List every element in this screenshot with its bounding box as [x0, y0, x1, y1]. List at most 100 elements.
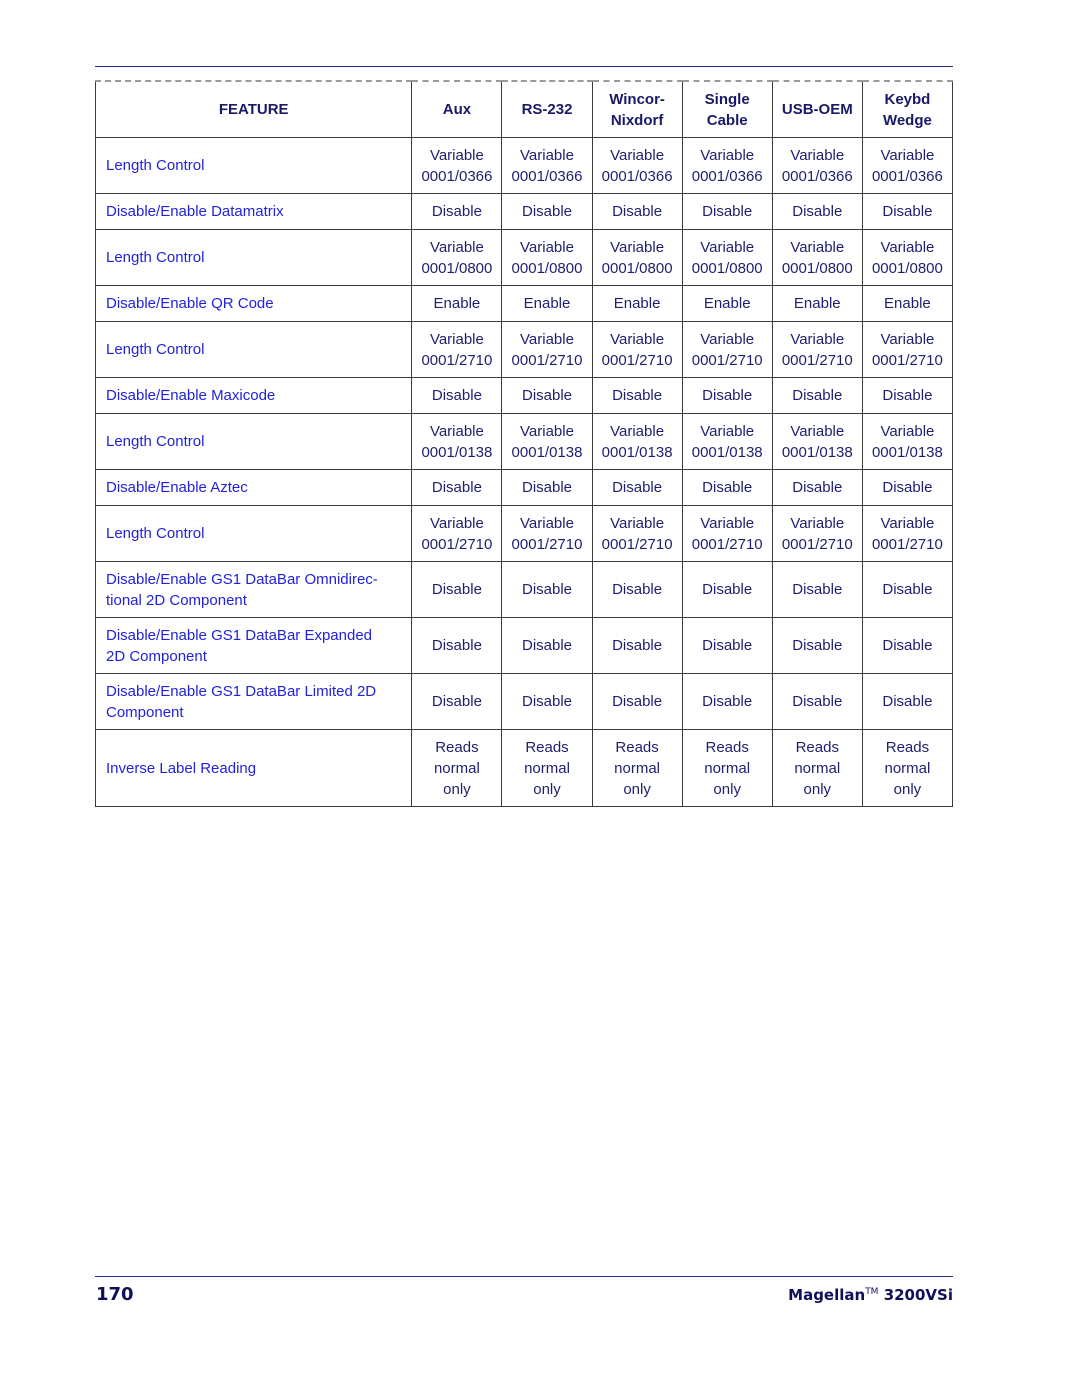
value-cell: Variable 0001/0138 — [501, 413, 593, 470]
feature-link[interactable]: Disable/Enable Datamatrix — [106, 201, 403, 222]
value-text: 0001/0366 — [421, 167, 493, 185]
feature-link[interactable]: Length Control — [106, 247, 403, 268]
feature-link[interactable]: Inverse Label Reading — [106, 758, 403, 779]
value-text: Disable — [612, 387, 663, 404]
feature-link[interactable]: Disable/Enable QR Code — [106, 293, 403, 314]
value-text: 0001/2710 — [691, 351, 763, 369]
table-row: Length Control Variable 0001/0138 Variable 0… — [94, 413, 954, 470]
value-text: Variable — [520, 514, 574, 532]
value-text: 0001/0366 — [871, 167, 943, 185]
column-header-text: Cable — [706, 111, 748, 129]
feature-cell[interactable]: Disable/Enable GS1 DataBar Omnidirec-tio… — [94, 561, 413, 618]
product-title: MagellanTM 3200VSi — [788, 1286, 953, 1304]
value-text: only — [443, 780, 471, 798]
value-text: Disable — [792, 479, 843, 496]
feature-link[interactable]: Length Control — [106, 523, 403, 544]
table-row: Inverse Label Reading Reads normal only Read… — [94, 729, 954, 807]
value-cell: Disable — [411, 561, 503, 618]
feature-cell[interactable]: Disable/Enable Datamatrix — [94, 193, 413, 230]
feature-link[interactable]: Length Control — [106, 431, 403, 452]
value-text: Enable — [793, 295, 841, 312]
feature-link[interactable]: 2D Component — [106, 646, 403, 667]
value-text: Reads — [795, 738, 839, 756]
value-cell: Disable — [501, 617, 593, 674]
value-text: Variable — [610, 238, 665, 256]
value-cell: Variable 0001/0138 — [681, 413, 773, 470]
value-cell: Disable — [591, 561, 683, 618]
value-text: 0001/0138 — [691, 443, 763, 461]
value-cell: Enable — [861, 285, 954, 322]
feature-cell[interactable]: Disable/Enable GS1 DataBar Limited 2D Com… — [94, 673, 413, 730]
value-text: Enable — [884, 295, 931, 312]
value-text: 0001/0800 — [781, 259, 853, 277]
feature-cell[interactable]: Disable/Enable QR Code — [94, 285, 413, 322]
feature-cell[interactable]: Length Control — [94, 321, 413, 378]
feature-link[interactable]: Component — [106, 702, 403, 723]
value-text: 0001/2710 — [871, 351, 943, 369]
value-cell: Variable 0001/2710 — [501, 321, 593, 378]
value-text: Variable — [880, 330, 935, 348]
feature-cell[interactable]: Length Control — [94, 505, 413, 562]
feature-cell[interactable]: Length Control — [94, 413, 413, 470]
feature-cell[interactable]: Disable/Enable GS1 DataBar Expanded 2D Co… — [94, 617, 413, 674]
footer-rule — [95, 1276, 953, 1277]
header-rule — [95, 66, 953, 67]
feature-link[interactable]: Disable/Enable GS1 DataBar Omnidirec- — [106, 569, 403, 590]
column-header-text: Single — [704, 90, 750, 108]
value-text: Disable — [521, 203, 573, 220]
value-cell: Variable 0001/2710 — [861, 505, 954, 562]
table-row: Disable/Enable QR Code Enable Enable Enable… — [94, 285, 954, 322]
value-text: Enable — [433, 295, 481, 312]
value-text: 0001/0366 — [781, 167, 853, 185]
feature-link[interactable]: Length Control — [106, 155, 403, 176]
value-text: Variable — [520, 146, 574, 164]
feature-link[interactable]: Disable/Enable Aztec — [106, 477, 403, 498]
product-name: Magellan — [788, 1286, 866, 1304]
value-text: Variable — [700, 514, 755, 532]
feature-link[interactable]: tional 2D Component — [106, 590, 403, 611]
feature-cell[interactable]: Inverse Label Reading — [94, 729, 413, 807]
value-text: Disable — [792, 637, 843, 654]
value-cell: Disable — [411, 377, 503, 414]
feature-link[interactable]: Disable/Enable GS1 DataBar Expanded — [106, 625, 403, 646]
value-cell: Disable — [411, 193, 503, 230]
value-text: 0001/2710 — [601, 535, 673, 553]
value-text: Variable — [790, 238, 845, 256]
value-text: Disable — [882, 387, 933, 404]
value-text: only — [893, 780, 922, 798]
table-row: Length Control Variable 0001/2710 Variable 0… — [94, 321, 954, 378]
value-cell: Reads normal only — [861, 729, 954, 807]
value-cell: Variable 0001/2710 — [411, 321, 503, 378]
feature-link[interactable]: Length Control — [106, 339, 403, 360]
feature-cell[interactable]: Length Control — [94, 229, 413, 286]
feature-cell[interactable]: Disable/Enable Aztec — [94, 469, 413, 506]
value-text: 0001/2710 — [781, 535, 853, 553]
value-cell: Variable 0001/0138 — [861, 413, 954, 470]
feature-link[interactable]: Disable/Enable GS1 DataBar Limited 2D — [106, 681, 403, 702]
value-text: normal — [884, 759, 931, 777]
value-text: normal — [524, 759, 570, 777]
value-cell: Variable 0001/2710 — [681, 321, 773, 378]
feature-link[interactable]: Disable/Enable Maxicode — [106, 385, 403, 406]
value-cell: Disable — [591, 673, 683, 730]
value-text: Variable — [429, 514, 484, 532]
value-text: 0001/2710 — [601, 351, 673, 369]
value-text: 0001/0138 — [871, 443, 943, 461]
value-text: Disable — [702, 479, 753, 496]
table-row: Disable/Enable Aztec Disable Disable Disabl… — [94, 469, 954, 506]
column-header: Wincor- Nixdorf — [591, 80, 683, 138]
value-text: 0001/2710 — [511, 351, 583, 369]
value-text: Disable — [702, 581, 753, 598]
value-text: 0001/0800 — [691, 259, 763, 277]
value-cell: Reads normal only — [411, 729, 503, 807]
value-text: Variable — [880, 514, 935, 532]
feature-cell[interactable]: Disable/Enable Maxicode — [94, 377, 413, 414]
value-text: only — [713, 780, 741, 798]
page-number: 170 — [96, 1284, 134, 1305]
feature-cell[interactable]: Length Control — [94, 137, 413, 194]
table-row: Disable/Enable GS1 DataBar Omnidirec-tio… — [94, 561, 954, 618]
value-cell: Variable 0001/2710 — [591, 321, 683, 378]
value-text: Disable — [431, 203, 482, 220]
value-cell: Enable — [411, 285, 503, 322]
value-text: Disable — [792, 387, 843, 404]
